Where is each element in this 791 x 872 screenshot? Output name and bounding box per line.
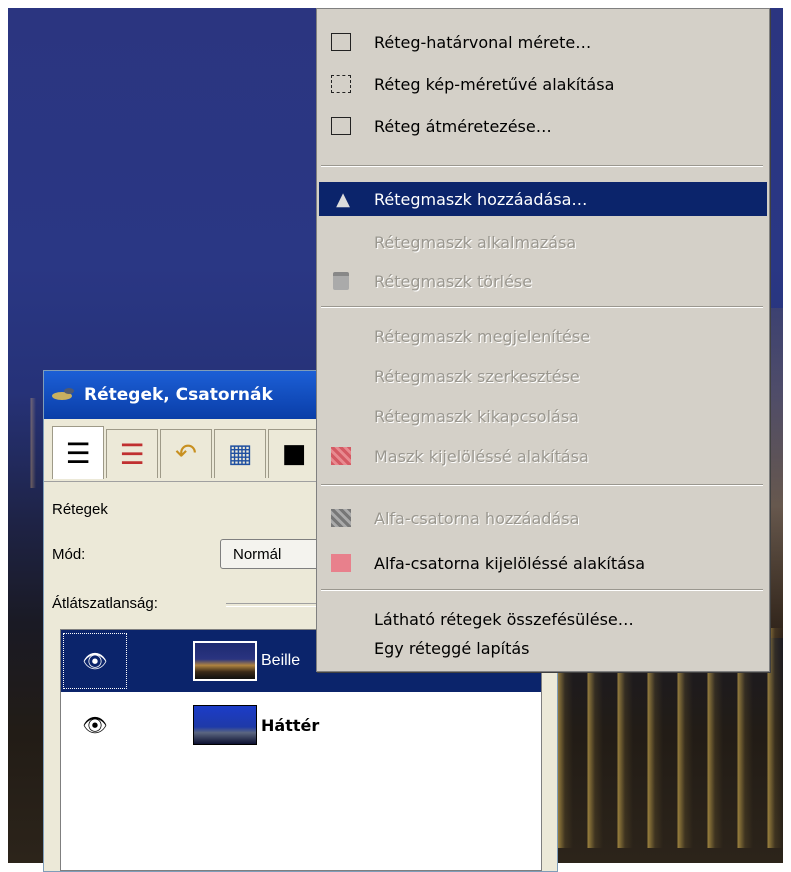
- layer-row[interactable]: 👁 Háttér: [61, 694, 541, 756]
- menu-item-disable-layer-mask[interactable]: Rétegmaszk kikapcsolása: [317, 399, 767, 433]
- tab-color[interactable]: ■: [268, 429, 320, 478]
- undo-history-icon: ↶: [175, 439, 197, 469]
- visibility-toggle[interactable]: 👁: [63, 633, 127, 689]
- mode-dropdown[interactable]: Normál: [220, 539, 330, 569]
- gimp-icon: [52, 386, 76, 404]
- tab-channels[interactable]: ☰: [106, 429, 158, 478]
- menu-separator: [321, 306, 763, 308]
- opacity-label: Átlátszatlanság:: [52, 595, 158, 612]
- eye-icon: 👁: [82, 649, 108, 673]
- menu-item-apply-layer-mask[interactable]: Rétegmaszk alkalmazása: [317, 225, 767, 259]
- alpha-to-selection-icon: [329, 551, 353, 575]
- eye-icon: 👁: [82, 713, 108, 737]
- histogram-icon: ▦: [227, 439, 253, 469]
- layers-section-label: Rétegek: [52, 501, 108, 518]
- menu-item-scale-layer[interactable]: Réteg átméretezése…: [317, 109, 767, 143]
- layer-thumbnail: [193, 705, 257, 745]
- layer-name: Beille: [261, 652, 301, 669]
- layer-to-image-size-icon: [329, 72, 353, 96]
- add-layer-mask-icon: ▲: [336, 188, 350, 210]
- layer-context-menu: Réteg-határvonal mérete… Réteg kép-méret…: [316, 8, 770, 672]
- layer-boundary-icon: [329, 30, 353, 54]
- mask-to-selection-icon: [329, 444, 353, 468]
- channels-icon: ☰: [119, 437, 145, 471]
- menu-item-alpha-to-selection[interactable]: Alfa-csatorna kijelöléssé alakítása: [317, 546, 767, 580]
- layer-thumbnail: [193, 641, 257, 681]
- menu-item-show-layer-mask[interactable]: Rétegmaszk megjelenítése: [317, 319, 767, 353]
- menu-item-mask-to-selection[interactable]: Maszk kijelöléssé alakítása: [317, 439, 767, 473]
- menu-item-add-layer-mask[interactable]: ▲ Rétegmaszk hozzáadása…: [319, 182, 767, 216]
- tab-undo-history[interactable]: ↶: [160, 429, 212, 478]
- tab-layers[interactable]: ☰: [52, 426, 104, 479]
- add-alpha-icon: [329, 506, 353, 530]
- menu-item-flatten-image[interactable]: Egy réteggé lapítás: [317, 631, 767, 665]
- menu-item-add-alpha-channel[interactable]: Alfa-csatorna hozzáadása: [317, 501, 767, 535]
- layer-name: Háttér: [261, 715, 320, 735]
- menu-item-layer-boundary-size[interactable]: Réteg-határvonal mérete…: [317, 25, 767, 59]
- menu-item-edit-layer-mask[interactable]: Rétegmaszk szerkesztése: [317, 359, 767, 393]
- tab-histogram[interactable]: ▦: [214, 429, 266, 478]
- menu-separator: [321, 589, 763, 591]
- menu-item-layer-to-image-size[interactable]: Réteg kép-méretűvé alakítása: [317, 67, 767, 101]
- delete-mask-icon: [329, 269, 353, 293]
- visibility-toggle[interactable]: 👁: [63, 697, 127, 753]
- color-icon: ■: [281, 439, 307, 469]
- dialog-title: Rétegek, Csatornák: [84, 385, 273, 405]
- layers-icon: ☰: [65, 436, 91, 470]
- scale-layer-icon: [329, 114, 353, 138]
- menu-item-delete-layer-mask[interactable]: Rétegmaszk törlése: [317, 264, 767, 298]
- mode-label: Mód:: [52, 546, 86, 563]
- menu-separator: [321, 165, 763, 167]
- menu-separator: [321, 484, 763, 486]
- mode-value: Normál: [233, 545, 282, 563]
